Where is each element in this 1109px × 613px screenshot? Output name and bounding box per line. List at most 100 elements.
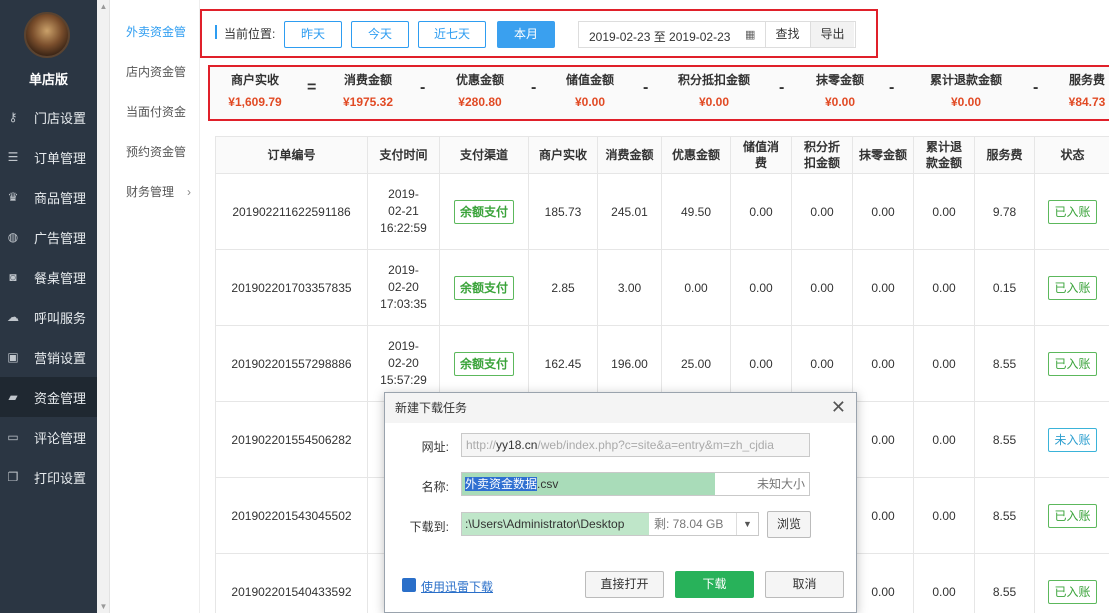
status-badge[interactable]: 已入账 [1048,275,1097,300]
summary-value: ¥280.80 [458,95,502,109]
chevron-down-icon[interactable]: ▼ [736,513,758,535]
export-button[interactable]: 导出 [810,22,854,47]
column-header: 消费金额 [597,136,662,174]
subnav-item-finance[interactable]: 财务管理 › [110,172,199,212]
sidebar-item-print[interactable]: ❐ 打印设置 [0,457,97,497]
close-icon[interactable]: ✕ [831,398,846,416]
column-header: 累计退款金额 [913,136,975,174]
service-fee: 8.55 [974,401,1035,478]
sidebar-item-call-service[interactable]: ☁ 呼叫服务 [0,297,97,337]
rounding-amount: 0.00 [852,249,914,326]
browse-button[interactable]: 浏览 [767,511,811,538]
today-button[interactable]: 今天 [351,21,409,48]
subnav-item-takeout-funds[interactable]: 外卖资金管 [110,12,199,52]
filename-field[interactable]: 外卖资金数据.csv 未知大小 [461,472,810,496]
pay-channel: 余额支付 [439,173,529,250]
pay-time: 2019- 02-20 15:57:29 [367,325,440,402]
column-header: 优惠金额 [661,136,731,174]
url-path: /web/index.php?c=site&a=entry&m=zh_cjdia [537,438,774,452]
minus-operator: - [1033,79,1039,96]
avatar[interactable] [24,12,70,58]
cancel-button[interactable]: 取消 [765,571,844,598]
status-badge[interactable]: 已入账 [1048,199,1097,224]
subnav-item-facepay-funds[interactable]: 当面付资金 [110,92,199,132]
summary-value: ¥0.00 [824,95,856,109]
status: 已入账 [1034,477,1109,554]
status-badge[interactable]: 已入账 [1048,579,1097,604]
search-button[interactable]: 查找 [765,22,809,47]
status-badge[interactable]: 未入账 [1048,427,1097,452]
refund-amount: 0.00 [913,401,975,478]
url-field[interactable]: http://yy18.cn/web/index.php?c=site&a=en… [461,433,810,457]
summary-rounding-amount: 抹零金额 ¥0.00 [804,71,876,109]
sidebar-item-funds[interactable]: ▰ 资金管理 [0,377,97,417]
sidebar-item-products[interactable]: ♛ 商品管理 [0,177,97,217]
refund-amount: 0.00 [913,325,975,402]
sub-nav: 外卖资金管 店内资金管 当面付资金 预约资金管 财务管理 › [110,0,200,613]
file-size: 未知大小 [756,477,805,491]
this-month-button[interactable]: 本月 [497,21,555,48]
xunlei-download-link[interactable]: 使用迅雷下载 [421,578,493,595]
column-header: 储值消费 [730,136,792,174]
consume-amount: 3.00 [597,249,662,326]
yesterday-button[interactable]: 昨天 [284,21,342,48]
order-id: 201902201557298886 [215,325,368,402]
column-header: 状态 [1034,136,1109,174]
pay-channel: 余额支付 [439,325,529,402]
filename-ext: .csv [537,477,559,491]
calendar-icon[interactable]: ▦ [745,28,755,41]
sidebar-scrollbar[interactable]: ▲ ▼ [97,0,110,613]
sidebar-item-ads[interactable]: ◍ 广告管理 [0,217,97,257]
sidebar-item-orders[interactable]: ☰ 订单管理 [0,137,97,177]
equals-operator: = [307,79,317,96]
summary-label: 积分抵扣金额 [677,73,750,87]
free-space: 剩: 78.04 GB [654,517,724,531]
sidebar-item-store-settings[interactable]: ⚷ 门店设置 [0,97,97,137]
summary-label: 服务费 [1068,73,1105,87]
status-badge[interactable]: 已入账 [1048,503,1097,528]
merchant-received: 2.85 [528,249,598,326]
sidebar-item-tables[interactable]: ◙ 餐桌管理 [0,257,97,297]
minus-operator: - [420,79,426,96]
minus-operator: - [531,79,537,96]
summary-value: ¥0.00 [698,95,730,109]
service-fee: 9.78 [974,173,1035,250]
sidebar-item-reviews[interactable]: ▭ 评论管理 [0,417,97,457]
open-directly-button[interactable]: 直接打开 [585,571,664,598]
consume-amount: 196.00 [597,325,662,402]
last-seven-days-button[interactable]: 近七天 [418,21,486,48]
date-range-picker[interactable]: 2019-02-23 至 2019-02-23 ▦ 查找 导出 [578,21,856,48]
stored-amount: 0.00 [730,325,792,402]
points-amount: 0.00 [791,249,853,326]
url-prefix: http:// [466,438,497,452]
refund-amount: 0.00 [913,249,975,326]
scroll-up-icon[interactable]: ▲ [99,2,108,11]
sidebar-item-label: 打印设置 [34,470,87,486]
discount-amount: 25.00 [661,325,731,402]
rounding-amount: 0.00 [852,173,914,250]
filename-selected: 外卖资金数据 [465,477,538,491]
summary-merchant-received: 商户实收 ¥1,609.79 [220,71,290,109]
table-row[interactable]: 201902201703357835 2019- 02-20 17:03:35 余额… [215,249,1109,326]
consume-amount: 245.01 [597,173,662,250]
refund-amount: 0.00 [913,173,975,250]
sidebar-item-label: 门店设置 [34,110,87,126]
summary-stored-amount: 储值金额 ¥0.00 [554,71,626,109]
summary-value: ¥84.73 [1068,95,1106,109]
subnav-item-booking-funds[interactable]: 预约资金管 [110,132,199,172]
column-header: 支付时间 [367,136,440,174]
order-id: 201902211622591186 [215,173,368,250]
stored-amount: 0.00 [730,173,792,250]
save-path-select[interactable]: :\Users\Administrator\Desktop 剩: 78.04 G… [461,512,759,536]
column-header: 抹零金额 [852,136,914,174]
sidebar-item-label: 呼叫服务 [34,310,87,326]
subnav-item-dinein-funds[interactable]: 店内资金管 [110,52,199,92]
sidebar-item-label: 广告管理 [34,230,87,246]
table-row[interactable]: 201902211622591186 2019- 02-21 16:22:59 余额… [215,173,1109,250]
status-badge[interactable]: 已入账 [1048,351,1097,376]
table-row[interactable]: 201902201557298886 2019- 02-20 15:57:29 余额… [215,325,1109,402]
scroll-down-icon[interactable]: ▼ [99,602,108,611]
download-button[interactable]: 下载 [675,571,754,598]
sidebar-item-marketing[interactable]: ▣ 营销设置 [0,337,97,377]
sidebar-item-label: 餐桌管理 [34,270,87,286]
